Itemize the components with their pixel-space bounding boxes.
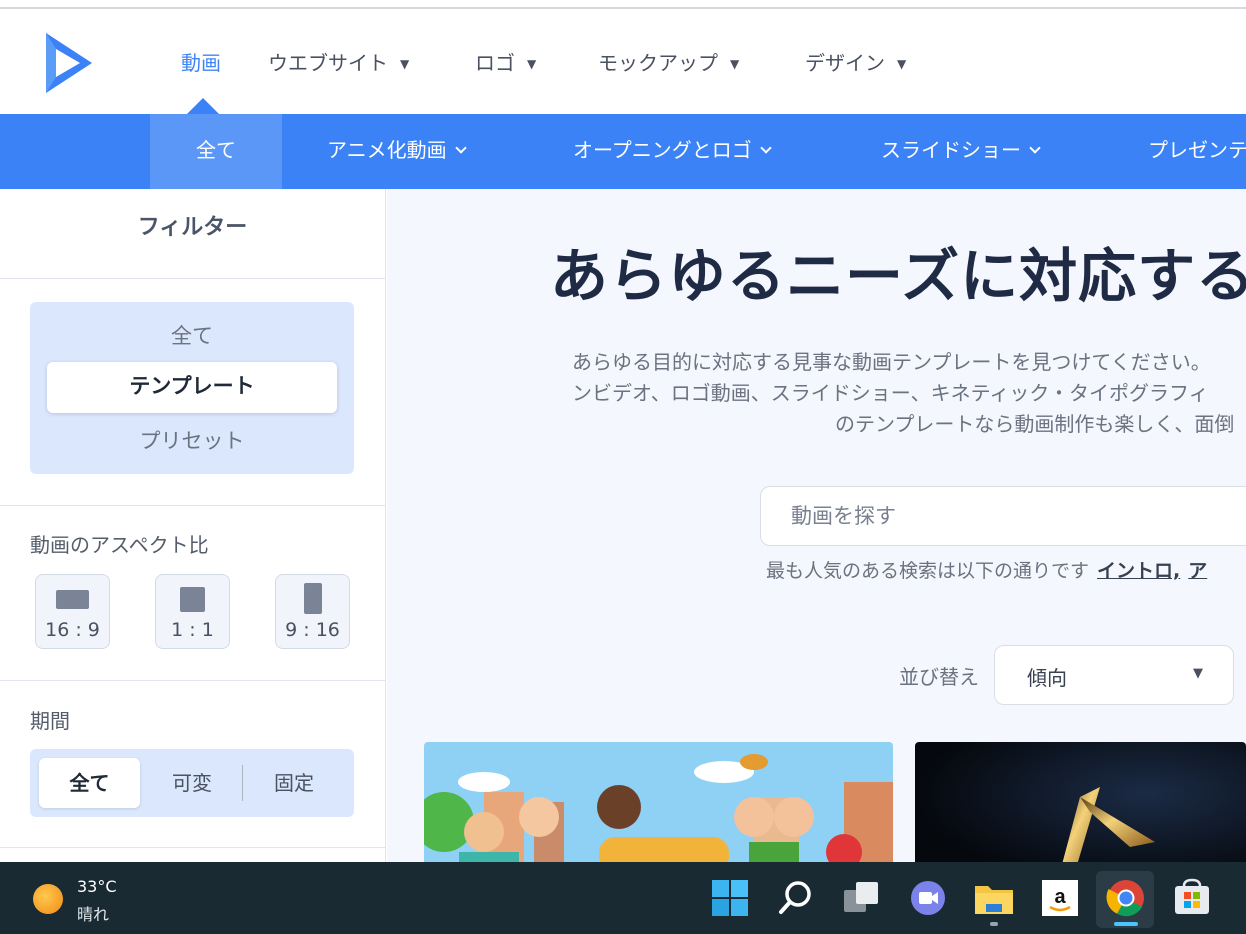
caret-down-icon: ▼ (1193, 666, 1203, 681)
nav-label: 動画 (181, 51, 221, 75)
microsoft-store-icon[interactable] (1170, 876, 1214, 920)
nav-label: デザイン (805, 51, 885, 75)
ratio-label: 1 : 1 (171, 619, 214, 641)
aspect-ratio-9-16-button[interactable]: 9 : 16 (275, 574, 350, 649)
teams-chat-icon[interactable] (906, 876, 950, 920)
subnav-label: プレゼンテ (1148, 138, 1246, 162)
divider (242, 765, 243, 801)
app-running-indicator (990, 922, 998, 926)
description-line: あらゆる目的に対応する見事な動画テンプレートを見つけてください。 (572, 350, 1211, 374)
app-active-indicator (1114, 922, 1138, 926)
caret-down-icon: ▼ (400, 57, 410, 71)
main-content: あらゆるニーズに対応する あらゆる目的に対応する見事な動画テンプレートを見つけて… (387, 189, 1246, 862)
chevron-down-icon (454, 142, 467, 154)
popular-searches-text: 最も人気のある検索は以下の通りです (766, 560, 1090, 582)
chrome-browser-icon[interactable] (1104, 876, 1148, 920)
file-explorer-icon[interactable] (972, 876, 1016, 920)
duration-filter-group: 全て 可変 固定 (30, 749, 354, 817)
filter-title: フィルター (0, 189, 385, 279)
divider (0, 847, 385, 848)
nav-videos[interactable]: 動画 (181, 47, 221, 76)
subnav-label: オープニングとロゴ (573, 138, 752, 162)
subnav-label: アニメ化動画 (327, 138, 447, 162)
nav-label: モックアップ (598, 51, 718, 75)
type-option-templates[interactable]: テンプレート (47, 362, 337, 413)
nav-websites[interactable]: ウエブサイト ▼ (268, 47, 409, 76)
nav-label: ウエブサイト (268, 51, 388, 75)
description-line: ンビデオ、ロゴ動画、スライドショー、キネティック・タイポグラフィ (572, 381, 1209, 405)
chevron-down-icon (760, 142, 772, 154)
type-option-presets[interactable]: プリセット (30, 425, 354, 455)
duration-option-fixed[interactable]: 固定 (244, 758, 344, 808)
template-thumbnail[interactable] (424, 742, 893, 862)
chevron-down-icon (1029, 142, 1041, 154)
search-box (760, 486, 1246, 546)
subnav-label: スライドショー (881, 138, 1021, 162)
caret-down-icon: ▼ (527, 57, 537, 71)
sunny-weather-icon[interactable] (33, 884, 63, 914)
type-option-all[interactable]: 全て (30, 320, 354, 350)
landscape-ratio-icon (56, 590, 89, 609)
weather-temperature[interactable]: 33°C (77, 877, 117, 896)
subnav-animated-videos[interactable]: アニメ化動画 (327, 114, 467, 189)
template-thumbnail[interactable] (915, 742, 1246, 862)
ratio-label: 16 : 9 (45, 619, 100, 641)
duration-option-variable[interactable]: 可変 (142, 758, 242, 808)
search-icon[interactable] (774, 876, 818, 920)
weather-condition[interactable]: 晴れ (77, 901, 109, 925)
popular-search-link[interactable]: イントロ, (1097, 560, 1180, 582)
cartoon-characters-thumbnail-image (424, 742, 893, 862)
sort-value: 傾向 (1027, 666, 1067, 690)
description-line: のテンプレートなら動画制作も楽しく、面倒 (835, 412, 1235, 436)
windows-start-icon[interactable] (708, 876, 752, 920)
nav-logos[interactable]: ロゴ ▼ (475, 47, 536, 76)
active-nav-pointer (187, 98, 219, 114)
aspect-ratio-1-1-button[interactable]: 1 : 1 (155, 574, 230, 649)
filter-sidebar: フィルター 全て テンプレート プリセット 動画のアスペクト比 16 : 9 1… (0, 189, 386, 862)
sort-label: 並び替え (899, 665, 979, 689)
category-subnav: 全て アニメ化動画 オープニングとロゴ スライドショー プレゼンテ (0, 114, 1246, 189)
aspect-ratio-16-9-button[interactable]: 16 : 9 (35, 574, 110, 649)
nav-label: ロゴ (475, 51, 515, 75)
nav-mockups[interactable]: モックアップ ▼ (598, 47, 739, 76)
popular-searches: 最も人気のある検索は以下の通りです イントロ, ア (766, 556, 1207, 583)
aspect-ratio-label: 動画のアスペクト比 (30, 533, 209, 557)
subnav-slideshows[interactable]: スライドショー (881, 114, 1041, 189)
square-ratio-icon (180, 587, 205, 612)
caret-down-icon: ▼ (897, 57, 907, 71)
brand-logo-icon[interactable] (44, 31, 94, 95)
windows-taskbar: 33°C 晴れ a (0, 862, 1246, 934)
sort-select[interactable]: 傾向 ▼ (994, 645, 1234, 705)
task-view-icon[interactable] (840, 876, 884, 920)
ratio-label: 9 : 16 (285, 619, 340, 641)
subnav-presentations[interactable]: プレゼンテ (1148, 114, 1246, 189)
amazon-app-icon[interactable]: a (1038, 876, 1082, 920)
browser-top-rule (0, 0, 1246, 9)
nav-design[interactable]: デザイン ▼ (805, 47, 906, 76)
svg-text:a: a (1054, 886, 1066, 908)
divider (0, 680, 385, 681)
site-header: 動画 ウエブサイト ▼ ロゴ ▼ モックアップ ▼ デザイン ▼ (0, 9, 1246, 114)
duration-label: 期間 (30, 709, 70, 733)
subnav-label: 全て (196, 138, 236, 162)
subnav-openings-logos[interactable]: オープニングとロゴ (573, 114, 772, 189)
search-input[interactable] (791, 487, 1246, 545)
page-title: あらゆるニーズに対応する (550, 242, 1246, 310)
duration-option-all[interactable]: 全て (39, 758, 140, 808)
gold-logo-thumbnail-image (915, 742, 1246, 862)
type-filter-group: 全て テンプレート プリセット (30, 302, 354, 474)
popular-search-link[interactable]: ア (1188, 560, 1207, 582)
caret-down-icon: ▼ (730, 57, 740, 71)
divider (0, 505, 385, 506)
portrait-ratio-icon (304, 583, 322, 614)
subnav-all[interactable]: 全て (150, 114, 282, 189)
